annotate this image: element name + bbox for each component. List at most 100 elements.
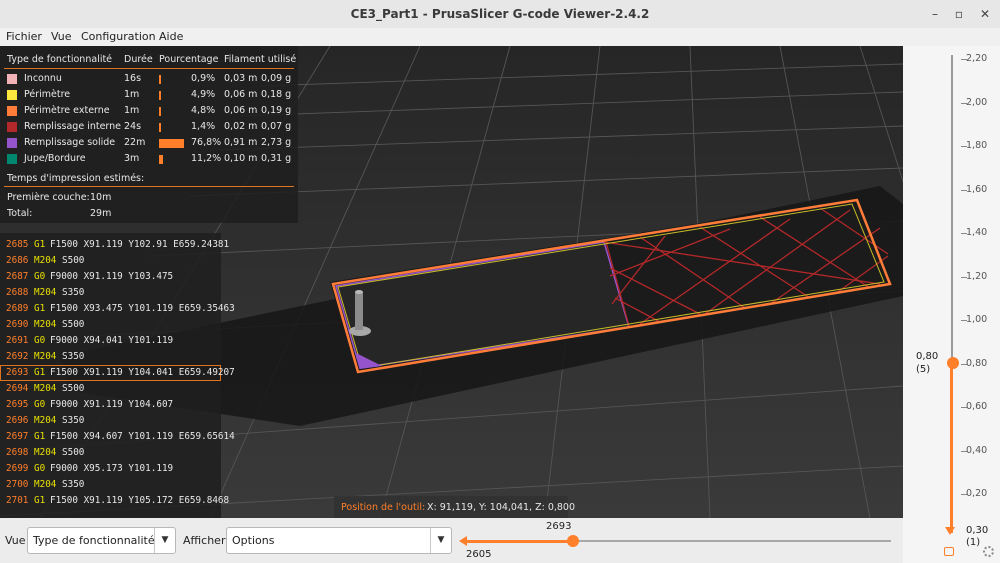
chevron-down-icon[interactable]: ▼: [154, 528, 175, 553]
title-bar: CE3_Part1 - PrusaSlicer G-code Viewer-2.…: [0, 0, 1000, 29]
legend-row-time: 22m: [124, 137, 146, 148]
gcode-command: G0: [34, 335, 46, 346]
legend-row-percent: 0,9%: [191, 73, 216, 84]
gcode-command: M204: [34, 351, 57, 362]
legend-row-time: 3m: [124, 153, 140, 164]
legend-row-percent: 4,9%: [191, 89, 216, 100]
settings-gear-icon[interactable]: [983, 546, 994, 557]
legend-row-grams: 0,19 g: [261, 105, 292, 116]
gcode-arguments: F1500 X91.119 Y104.041 E659.49207: [50, 367, 235, 378]
layer-tick-label: 0,60: [966, 401, 988, 412]
gcode-arguments: F1500 X93.475 Y101.119 E659.35463: [50, 303, 235, 314]
show-label: Afficher: [183, 534, 226, 547]
gcode-line: 2686 M204 S500: [0, 253, 221, 269]
gcode-slider-lower-thumb[interactable]: [459, 536, 467, 546]
gcode-command: G1: [34, 431, 46, 442]
bottom-toolbar: Vue Type de fonctionnalité ▼ Afficher Op…: [0, 518, 903, 563]
menu-view[interactable]: Vue: [51, 30, 72, 43]
gcode-command: M204: [34, 255, 57, 266]
legend-row-percent: 1,4%: [191, 121, 216, 132]
layer-tick-label: 1,20: [966, 270, 988, 282]
layer-tick-label: 1,80: [966, 140, 988, 151]
window-title: CE3_Part1 - PrusaSlicer G-code Viewer-2.…: [350, 7, 650, 21]
gcode-arguments: F1500 X91.119 Y102.91 E659.24381: [50, 239, 230, 250]
upper-layer-thumb[interactable]: [947, 357, 959, 369]
gcode-line: 2700 M204 S350: [0, 477, 221, 493]
gcode-line-selected: 2693 G1 F1500 X91.119 Y104.041 E659.49207: [0, 365, 235, 381]
legend-header-filament: Filament utilisé: [224, 54, 297, 65]
gcode-line-number: 2700: [6, 479, 29, 490]
legend-swatch: [7, 74, 17, 84]
legend-row-bar: [159, 75, 161, 84]
layer-tick-label: 0,40: [966, 444, 988, 456]
gcode-arguments: S500: [62, 319, 85, 330]
legend-row[interactable]: Périmètre 1m 4,9% 0,06 m 0,18 g: [0, 89, 298, 103]
legend-panel: Type de fonctionnalité Durée Pourcentage…: [0, 46, 298, 223]
gcode-line-number: 2695: [6, 399, 29, 410]
gcode-line-number: 2693: [6, 367, 29, 378]
gcode-slider-upper-value: 2693: [546, 521, 572, 532]
maximize-icon[interactable]: ▫: [950, 5, 968, 23]
upper-layer-height: 0,80: [916, 351, 939, 362]
legend-row-bar: [159, 91, 161, 100]
legend-row-label: Remplissage solide: [24, 137, 116, 148]
close-icon[interactable]: ✕: [976, 5, 994, 23]
menu-help[interactable]: Aide: [159, 30, 183, 43]
gcode-arguments: F9000 X91.119 Y104.607: [50, 399, 174, 410]
gcode-line-number: 2697: [6, 431, 29, 442]
gcode-arguments: S350: [62, 351, 85, 362]
chevron-down-icon[interactable]: ▼: [430, 528, 451, 553]
gcode-line: 2694 M204 S500: [0, 381, 221, 397]
legend-row[interactable]: Remplissage solide 22m 76,8% 0,91 m 2,73 g: [0, 137, 298, 151]
layer-slider-track[interactable]: [951, 55, 953, 363]
view-combo[interactable]: Type de fonctionnalité ▼: [27, 527, 176, 554]
legend-row-meters: 0,91 m: [224, 137, 258, 148]
gcode-line: 2696 M204 S350: [0, 413, 221, 429]
layer-tick-label: 1,40: [966, 227, 988, 238]
show-options-combo[interactable]: Options ▼: [226, 527, 452, 554]
legend-divider: [4, 186, 294, 187]
gcode-line: 2691 G0 F9000 X94.041 Y101.119: [0, 333, 221, 349]
menu-file[interactable]: Fichier: [6, 30, 42, 43]
gcode-arguments: S500: [62, 383, 85, 394]
upper-layer-number: (5): [916, 364, 931, 375]
legend-row-label: Inconnu: [24, 73, 62, 84]
gcode-line: 2698 M204 S500: [0, 445, 221, 461]
gcode-line-number: 2688: [6, 287, 29, 298]
legend-row[interactable]: Inconnu 16s 0,9% 0,03 m 0,09 g: [0, 73, 298, 87]
gcode-arguments: S500: [62, 447, 85, 458]
legend-row-grams: 2,73 g: [261, 137, 292, 148]
gcode-arguments: F1500 X91.119 Y105.172 E659.8468: [50, 495, 230, 506]
tool-position-label: Position de l'outil:: [341, 502, 426, 513]
tool-position-value: X: 91,119, Y: 104,041, Z: 0,800: [427, 502, 576, 513]
gcode-line-number: 2691: [6, 335, 29, 346]
gcode-line-number: 2685: [6, 239, 29, 250]
lock-icon[interactable]: [944, 547, 954, 556]
gcode-line-number: 2689: [6, 303, 29, 314]
menu-configuration[interactable]: Configuration: [81, 30, 156, 43]
gcode-line: 2685 G1 F1500 X91.119 Y102.91 E659.24381: [0, 237, 229, 253]
gcode-slider-track[interactable]: [573, 540, 891, 542]
minimize-icon[interactable]: –: [926, 5, 944, 23]
gcode-arguments: F9000 X95.173 Y101.119: [50, 463, 174, 474]
legend-row[interactable]: Remplissage interne 24s 1,4% 0,02 m 0,07 g: [0, 121, 298, 135]
layer-tick-label: 1,60: [966, 183, 988, 195]
gcode-arguments: F1500 X94.607 Y101.119 E659.65614: [50, 431, 235, 442]
gcode-command: M204: [34, 319, 57, 330]
legend-row[interactable]: Périmètre externe 1m 4,8% 0,06 m 0,19 g: [0, 105, 298, 119]
gcode-arguments: S350: [62, 415, 85, 426]
gcode-command: G0: [34, 463, 46, 474]
legend-row[interactable]: Jupe/Bordure 3m 11,2% 0,10 m 0,31 g: [0, 153, 298, 167]
gcode-command: G0: [34, 399, 46, 410]
layer-tick-label: 2,20: [966, 53, 988, 64]
legend-row-time: 1m: [124, 89, 140, 100]
view-combo-value: Type de fonctionnalité: [33, 534, 155, 547]
legend-row-time: 1m: [124, 105, 140, 116]
legend-row-grams: 0,31 g: [261, 153, 292, 164]
gcode-command: G0: [34, 271, 46, 282]
lower-layer-thumb[interactable]: [945, 527, 955, 535]
legend-swatch: [7, 138, 17, 148]
gcode-command: G1: [34, 239, 46, 250]
gcode-slider-upper-thumb[interactable]: [567, 535, 579, 547]
legend-row-meters: 0,06 m: [224, 105, 258, 116]
